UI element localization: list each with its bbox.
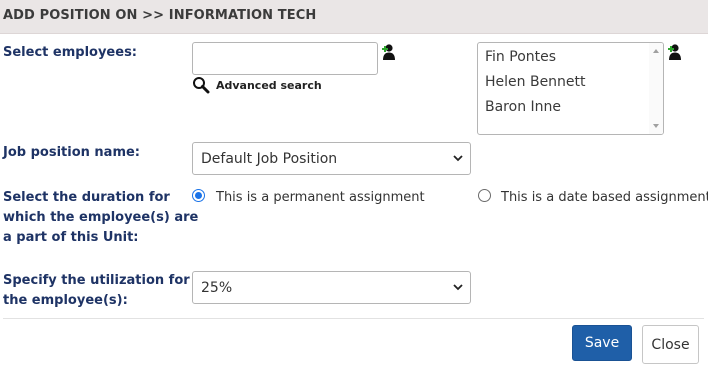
scroll-down-arrow-icon[interactable] [653, 124, 659, 128]
dialog-header: ADD POSITION ON >> INFORMATION TECH [0, 0, 708, 34]
utilization-label-line: the employee(s): [3, 293, 128, 308]
advanced-search-label: Advanced search [216, 79, 322, 92]
footer-divider [3, 318, 704, 319]
selected-employees-list[interactable]: Fin Pontes Helen Bennett Baron Inne [477, 42, 664, 135]
dialog-title: ADD POSITION ON >> INFORMATION TECH [3, 8, 317, 23]
permanent-assignment-label[interactable]: This is a permanent assignment [216, 190, 425, 205]
list-item[interactable]: Baron Inne [485, 99, 561, 115]
save-button[interactable]: Save [572, 325, 632, 361]
date-based-assignment-radio[interactable] [478, 189, 491, 202]
job-position-value: Default Job Position [201, 151, 338, 167]
list-item[interactable]: Fin Pontes [485, 49, 556, 65]
date-based-assignment-label[interactable]: This is a date based assignment [501, 190, 708, 205]
job-position-label: Job position name: [3, 145, 141, 160]
select-employees-label: Select employees: [3, 45, 137, 60]
duration-label-line: Select the duration for [3, 190, 170, 205]
list-item[interactable]: Helen Bennett [485, 74, 586, 90]
add-person-icon[interactable] [382, 43, 398, 61]
list-scrollbar[interactable] [649, 43, 663, 134]
magnifier-icon [193, 77, 210, 94]
chevron-down-icon [453, 155, 463, 162]
scroll-up-arrow-icon[interactable] [653, 49, 659, 53]
permanent-assignment-radio[interactable] [192, 189, 205, 202]
utilization-value: 25% [201, 280, 233, 296]
job-position-select[interactable]: Default Job Position [192, 142, 471, 175]
chevron-down-icon [453, 284, 463, 291]
utilization-select[interactable]: 25% [192, 271, 471, 304]
duration-label-line: a part of this Unit: [3, 230, 139, 245]
add-person-icon[interactable] [668, 43, 684, 61]
duration-label-line: which the employee(s) are [3, 210, 199, 225]
employee-search-input[interactable] [192, 42, 378, 75]
close-button[interactable]: Close [642, 325, 699, 364]
utilization-label-line: Specify the utilization for [3, 273, 190, 288]
